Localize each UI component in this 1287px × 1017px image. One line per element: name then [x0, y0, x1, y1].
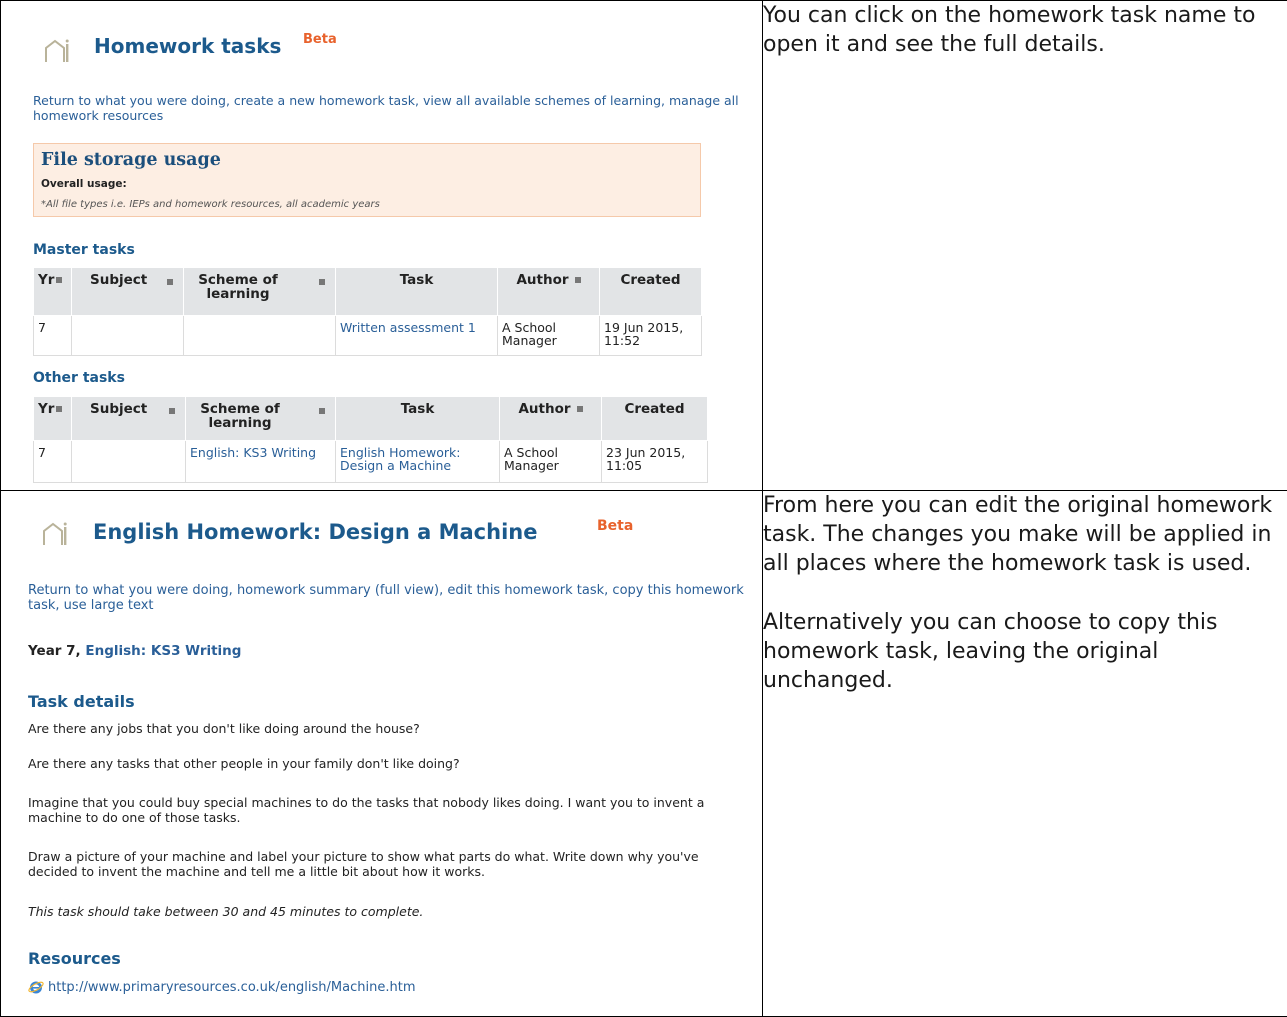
- detail-paragraph: Draw a picture of your machine and label…: [28, 849, 748, 879]
- year-label: Year 7,: [28, 643, 81, 659]
- other-tasks-table: Yr Subject Scheme of learning Task Autho…: [33, 396, 708, 483]
- return-link[interactable]: Return to what you were doing: [33, 93, 226, 108]
- return-link[interactable]: Return to what you were doing: [28, 583, 229, 598]
- col-subject[interactable]: Subject: [72, 268, 184, 316]
- cell-subject: [72, 441, 186, 483]
- top-note: You can click on the homework task name …: [763, 1, 1287, 59]
- master-tasks-heading: Master tasks: [33, 242, 135, 258]
- storage-heading: File storage usage: [41, 150, 221, 170]
- detail-paragraph: Are there any jobs that you don't like d…: [28, 721, 748, 736]
- col-scheme[interactable]: Scheme of learning: [186, 397, 336, 441]
- col-yr[interactable]: Yr: [34, 397, 72, 441]
- col-author[interactable]: Author: [498, 268, 600, 316]
- duration-note: This task should take between 30 and 45 …: [28, 904, 748, 919]
- cell-author: A School Manager: [498, 316, 600, 356]
- action-links: Return to what you were doing, create a …: [33, 93, 753, 123]
- bottom-note-cell: From here you can edit the original home…: [763, 491, 1287, 1017]
- bottom-note-copy: Alternatively you can choose to copy thi…: [763, 608, 1287, 695]
- sort-icon[interactable]: [577, 406, 583, 412]
- bottom-note-edit: From here you can edit the original home…: [763, 491, 1287, 578]
- scheme-link[interactable]: English: KS3 Writing: [190, 445, 316, 460]
- cell-scheme: [184, 316, 336, 356]
- cell-author: A School Manager: [500, 441, 602, 483]
- homework-logo-icon: [42, 521, 68, 547]
- create-task-link[interactable]: create a new homework task: [234, 93, 415, 108]
- detail-paragraph: Are there any tasks that other people in…: [28, 756, 748, 771]
- homework-summary-link[interactable]: homework summary (full view): [237, 583, 439, 598]
- edit-task-link[interactable]: edit this homework task: [447, 583, 604, 598]
- internet-explorer-icon: [28, 979, 44, 995]
- sort-icon[interactable]: [319, 279, 325, 285]
- beta-badge: Beta: [597, 518, 633, 534]
- scheme-link[interactable]: English: KS3 Writing: [85, 643, 241, 659]
- homework-logo-icon: [44, 38, 70, 64]
- other-tasks-heading: Other tasks: [33, 370, 125, 386]
- table-row: 7 English: KS3 Writing English Homework:…: [34, 441, 708, 483]
- col-created[interactable]: Created: [600, 268, 702, 316]
- col-author[interactable]: Author: [500, 397, 602, 441]
- beta-badge: Beta: [303, 32, 337, 47]
- task-details-heading: Task details: [28, 692, 135, 711]
- top-note-cell: You can click on the homework task name …: [763, 1, 1287, 491]
- sort-icon[interactable]: [319, 408, 325, 414]
- master-tasks-table: Yr Subject Scheme of learning Task Autho…: [33, 267, 702, 356]
- cell-subject: [72, 316, 184, 356]
- view-schemes-link[interactable]: view all available schemes of learning: [423, 93, 661, 108]
- cell-scheme: English: KS3 Writing: [186, 441, 336, 483]
- task-meta: Year 7, English: KS3 Writing: [28, 643, 241, 659]
- resource-item[interactable]: http://www.primaryresources.co.uk/englis…: [28, 979, 415, 995]
- detail-paragraph: Imagine that you could buy special machi…: [28, 795, 748, 825]
- resource-link[interactable]: http://www.primaryresources.co.uk/englis…: [48, 980, 415, 995]
- col-task[interactable]: Task: [336, 397, 500, 441]
- page-title: Homework tasks: [94, 34, 281, 58]
- cell-yr: 7: [34, 441, 72, 483]
- col-created[interactable]: Created: [602, 397, 708, 441]
- screenshot-task-details: [1, 491, 763, 1017]
- overall-usage-label: Overall usage:: [41, 178, 127, 190]
- sort-icon[interactable]: [169, 408, 175, 414]
- sort-icon[interactable]: [56, 277, 62, 283]
- table-row: 7 Written assessment 1 A School Manager …: [34, 316, 702, 356]
- sort-icon[interactable]: [56, 406, 62, 412]
- cell-created: 19 Jun 2015, 11:52: [600, 316, 702, 356]
- storage-note: *All file types i.e. IEPs and homework r…: [41, 199, 380, 210]
- task-link[interactable]: English Homework: Design a Machine: [340, 445, 460, 473]
- cell-created: 23 Jun 2015, 11:05: [602, 441, 708, 483]
- task-link[interactable]: Written assessment 1: [340, 320, 476, 335]
- cell-yr: 7: [34, 316, 72, 356]
- col-scheme[interactable]: Scheme of learning: [184, 268, 336, 316]
- file-storage-panel: File storage usage Overall usage: *All f…: [33, 143, 701, 217]
- col-subject[interactable]: Subject: [72, 397, 186, 441]
- sort-icon[interactable]: [575, 277, 581, 283]
- col-yr[interactable]: Yr: [34, 268, 72, 316]
- task-action-links: Return to what you were doing, homework …: [28, 583, 748, 613]
- cell-task: Written assessment 1: [336, 316, 498, 356]
- cell-task: English Homework: Design a Machine: [336, 441, 500, 483]
- resources-heading: Resources: [28, 949, 121, 968]
- sort-icon[interactable]: [167, 279, 173, 285]
- large-text-link[interactable]: use large text: [64, 598, 154, 613]
- col-task[interactable]: Task: [336, 268, 498, 316]
- task-title: English Homework: Design a Machine: [93, 520, 537, 544]
